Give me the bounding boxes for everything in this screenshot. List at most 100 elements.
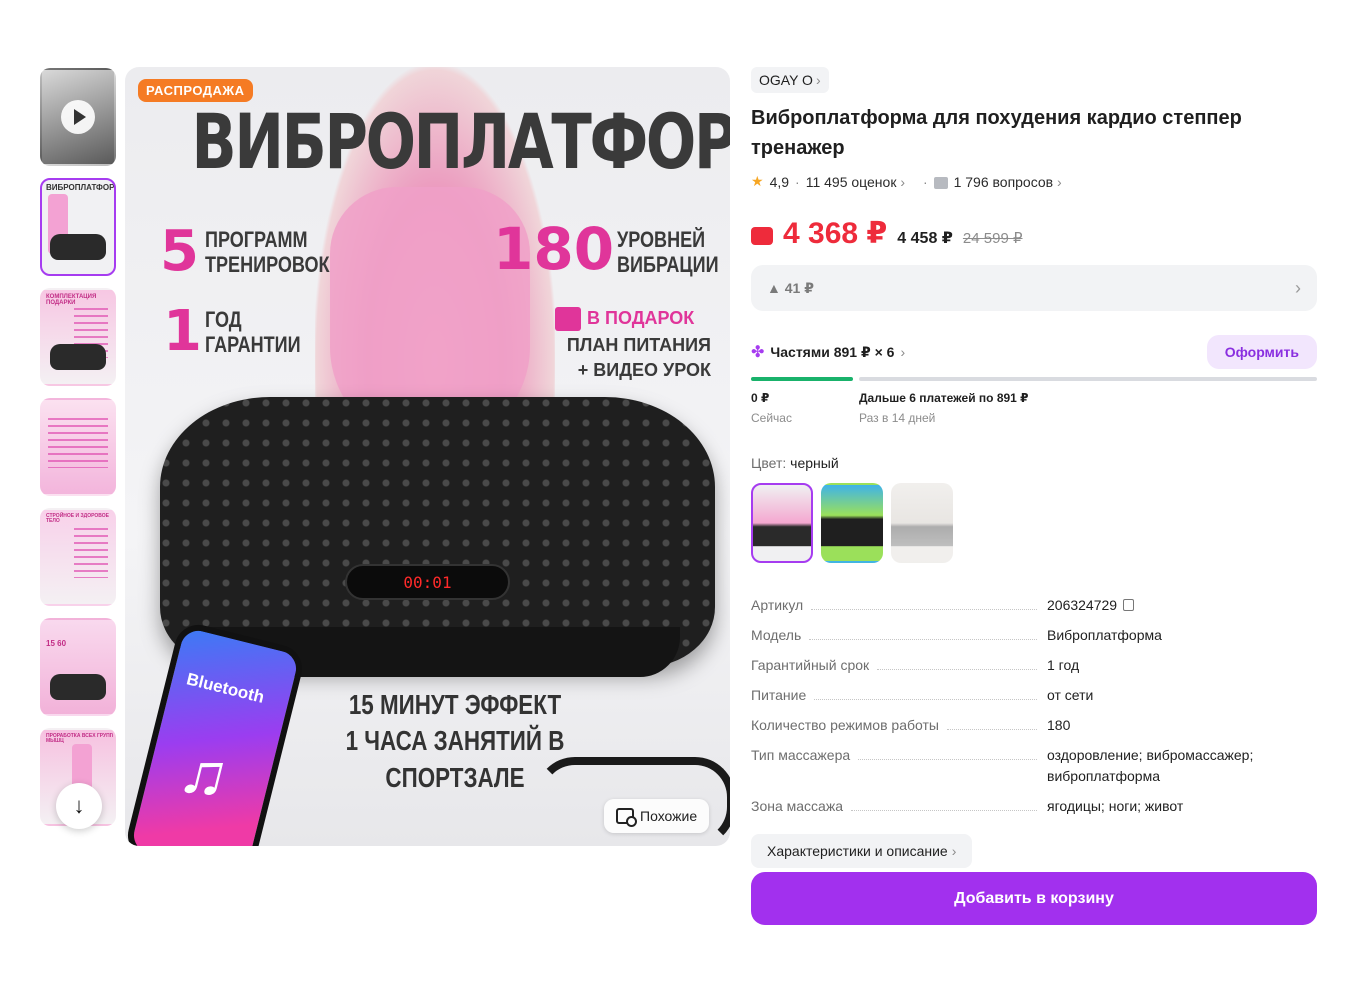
programs-label-line2: ТРЕНИРОВОК bbox=[205, 252, 330, 278]
chevron-right-icon: › bbox=[815, 72, 821, 88]
levels-number: 180 bbox=[493, 215, 615, 283]
spec-row: Модель Виброплатформа bbox=[751, 625, 1317, 646]
similar-button[interactable]: Похожие bbox=[604, 799, 710, 833]
product-info: OGAY O › Виброплатформа для похудения ка… bbox=[751, 67, 1317, 868]
installment-icon: ✤ bbox=[751, 344, 765, 361]
thumbnail-platform bbox=[50, 234, 106, 260]
add-to-cart-button[interactable]: Добавить в корзину bbox=[751, 872, 1317, 925]
payment-later-label: Раз в 14 дней bbox=[859, 411, 936, 425]
color-swatch-gray[interactable] bbox=[891, 483, 953, 563]
cashback-amount: ▲ 41 ₽ bbox=[767, 279, 814, 296]
chevron-right-icon: › bbox=[1057, 173, 1062, 190]
main-product-image[interactable]: ВИБРОПЛАТФОРМА РАСПРОДАЖА 5 ПРОГРАММ ТРЕ… bbox=[125, 67, 730, 846]
spec-dots bbox=[811, 609, 1037, 610]
spec-key-text: Гарантийный срок bbox=[751, 657, 870, 673]
chevron-right-icon: › bbox=[951, 843, 957, 859]
article-number: 206324729 bbox=[1047, 597, 1118, 613]
spec-row: Тип массажера оздоровление; вибромассаже… bbox=[751, 745, 1317, 787]
installment-link[interactable]: ✤ Частями 891 ₽ × 6 › bbox=[751, 342, 905, 362]
thumbnail-platform bbox=[50, 344, 106, 370]
thumbnail-label: СТРОЙНОЕ И ЗДОРОВОЕ ТЕЛО bbox=[46, 513, 109, 524]
thumbnail-item[interactable]: СТРОЙНОЕ И ЗДОРОВОЕ ТЕЛО bbox=[40, 508, 116, 606]
spec-row: Артикул 206324729 bbox=[751, 595, 1317, 616]
thumbnail-graphic bbox=[48, 418, 108, 468]
questions-count: 1 796 вопросов bbox=[953, 173, 1054, 190]
scroll-down-button[interactable]: ↓ bbox=[56, 783, 102, 829]
thumbnail-item[interactable]: 15 60 bbox=[40, 618, 116, 716]
thumbnail-label: ПРОРАБОТКА ВСЕХ ГРУПП МЫШЦ bbox=[46, 733, 114, 744]
spec-row: Питание от сети bbox=[751, 685, 1317, 706]
reviews-link[interactable]: 11 495 оценок › bbox=[806, 174, 905, 190]
star-icon: ★ bbox=[751, 173, 764, 189]
year-label: ГОД ГАРАНТИИ bbox=[205, 307, 301, 358]
color-prefix: Цвет: bbox=[751, 455, 787, 471]
thumbnail-label: 15 60 bbox=[46, 639, 67, 648]
spec-row: Гарантийный срок 1 год bbox=[751, 655, 1317, 676]
chevron-right-icon: › bbox=[900, 344, 906, 360]
installment-button[interactable]: Оформить bbox=[1206, 335, 1317, 369]
gift-details: ПЛАН ПИТАНИЯ + ВИДЕО УРОК bbox=[525, 333, 711, 383]
questions-link[interactable]: 1 796 вопросов › bbox=[933, 173, 1062, 190]
thumbnail-graphic bbox=[74, 528, 108, 578]
payment-later-amount: Дальше 6 платежей по 891 ₽ bbox=[859, 391, 1029, 405]
characteristics-label: Характеристики и описание bbox=[767, 843, 948, 859]
spec-value: 1 год bbox=[1047, 657, 1080, 673]
spec-key: Модель bbox=[751, 625, 1047, 646]
gift-line-1: ПЛАН ПИТАНИЯ bbox=[566, 335, 711, 355]
characteristics-link[interactable]: Характеристики и описание › bbox=[751, 834, 973, 868]
spec-key-text: Количество режимов работы bbox=[751, 717, 939, 733]
brand-name: OGAY O bbox=[759, 72, 813, 88]
color-swatch-black[interactable] bbox=[751, 483, 813, 563]
similar-label: Похожие bbox=[640, 808, 698, 824]
programs-number: 5 bbox=[160, 219, 199, 284]
payment-later: Дальше 6 платежей по 891 ₽ Раз в 14 дней bbox=[859, 391, 1029, 425]
thumbnail-item[interactable]: КОМПЛЕКТАЦИЯ ПОДАРКИ bbox=[40, 288, 116, 386]
play-icon bbox=[61, 100, 95, 134]
spec-value: 206324729 bbox=[1047, 595, 1317, 616]
payment-now-label: Сейчас bbox=[751, 411, 792, 425]
effect-line-1: 15 МИНУТ ЭФФЕКТ bbox=[348, 689, 562, 720]
color-swatch-green[interactable] bbox=[821, 483, 883, 563]
gift-title-text: В ПОДАРОК bbox=[587, 307, 695, 328]
gift-line-2: + ВИДЕО УРОК bbox=[577, 360, 711, 381]
installment-label: Частями 891 ₽ × 6 bbox=[770, 343, 895, 360]
wallet-icon bbox=[751, 227, 773, 245]
spec-dots bbox=[851, 810, 1037, 811]
thumbnail-strip: ВИБРОПЛАТФОРМА КОМПЛЕКТАЦИЯ ПОДАРКИ СТРО… bbox=[40, 68, 118, 846]
spec-key: Тип массажера bbox=[751, 745, 1047, 766]
platform-display: 00:01 bbox=[345, 564, 510, 600]
price-current: 4 368 ₽ bbox=[783, 217, 888, 250]
phone-image: Bluetooth ♫ bbox=[125, 619, 308, 846]
spec-key: Количество режимов работы bbox=[751, 715, 1047, 736]
thumbnail-item[interactable] bbox=[40, 398, 116, 496]
spec-value: ягодицы; ноги; живот bbox=[1047, 798, 1184, 814]
copy-icon[interactable] bbox=[1123, 599, 1135, 611]
spec-key: Гарантийный срок bbox=[751, 655, 1047, 676]
spec-key-text: Тип массажера bbox=[751, 747, 851, 763]
cashback-bar[interactable]: ▲ 41 ₽ › bbox=[751, 265, 1317, 311]
payment-schedule: 0 ₽ Сейчас Дальше 6 платежей по 891 ₽ Ра… bbox=[751, 391, 1317, 425]
sale-badge: РАСПРОДАЖА bbox=[138, 79, 253, 102]
spec-value: 180 bbox=[1047, 717, 1071, 733]
levels-label-line1: УРОВНЕЙ bbox=[617, 227, 706, 252]
spec-dots bbox=[814, 699, 1037, 700]
programs-label-line1: ПРОГРАММ bbox=[205, 227, 308, 252]
bluetooth-label: Bluetooth bbox=[184, 669, 267, 707]
spec-key: Питание bbox=[751, 685, 1047, 706]
music-note-icon: ♫ bbox=[172, 732, 237, 814]
separator-dot: · bbox=[923, 173, 928, 190]
spec-key-text: Зона массажа bbox=[751, 798, 843, 814]
chevron-right-icon: › bbox=[900, 173, 906, 190]
brand-link[interactable]: OGAY O › bbox=[751, 67, 829, 93]
thumbnail-item[interactable]: ВИБРОПЛАТФОРМА bbox=[40, 178, 116, 276]
year-label-line2: ГАРАНТИИ bbox=[205, 332, 301, 358]
chevron-right-icon: › bbox=[1295, 277, 1301, 298]
thumbnail-video[interactable] bbox=[40, 68, 116, 166]
specs-table: Артикул 206324729 Модель Виброплатформа … bbox=[751, 595, 1317, 817]
arrow-down-icon: ↓ bbox=[73, 793, 85, 818]
installment-row: ✤ Частями 891 ₽ × 6 › Оформить bbox=[751, 335, 1317, 369]
rating-value: 4,9 bbox=[769, 173, 790, 190]
spec-key-text: Питание bbox=[751, 687, 807, 703]
spec-row: Зона массажа ягодицы; ноги; живот bbox=[751, 796, 1317, 817]
hero-title: ВИБРОПЛАТФОРМА bbox=[191, 97, 730, 186]
